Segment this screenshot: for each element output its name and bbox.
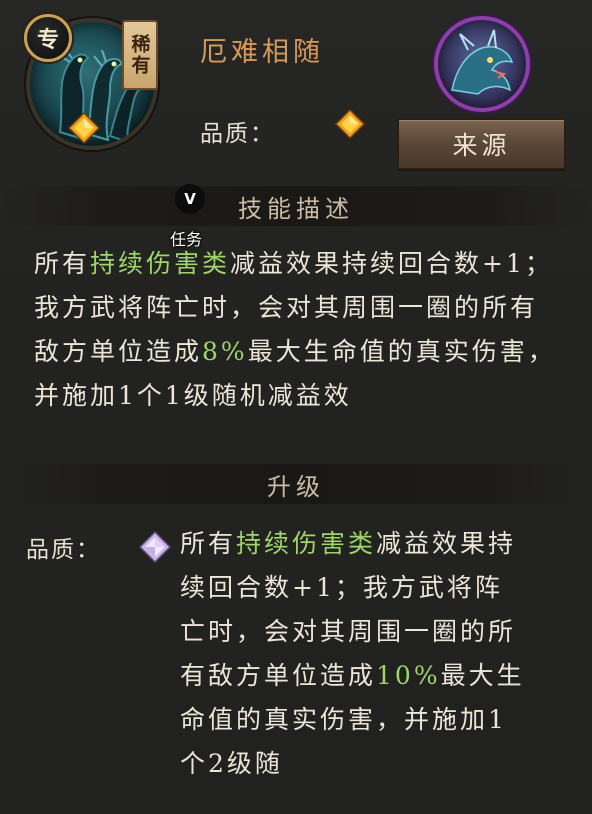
skill-description-text: 所有持续伤害类减益效果持续回合数+1；我方武将阵亡时，会对其周围一圈的所有敌方单… [34,242,564,418]
task-label[interactable]: 任务 [170,226,202,250]
quality-gem-icon [334,108,366,140]
upgrade-quality-label: 品质： [26,537,101,563]
upgrade-heading: 升级 [267,472,325,501]
upgrade-quality-gem-icon [138,530,172,564]
skill-name: 厄难相随 [200,37,324,68]
source-button[interactable]: 来源 [397,118,566,170]
skill-description-heading: 技能描述 [238,194,354,223]
desc-highlight-percent: 8% [202,337,248,366]
exclusive-badge: 专 [24,14,72,62]
upgrade-description-text: 所有持续伤害类减益效果持续回合数+1；我方武将阵亡时，会对其周围一圈的所有敌方单… [180,522,525,786]
skill-detail-panel: 专 稀有 厄难相随 品质： 来源 技能描述 V 任务 所有持续伤害类减益效果持续… [0,0,592,814]
dragon-portrait[interactable] [434,16,530,112]
up-text-1: 所有 [180,529,237,558]
skill-icon-frame: 专 稀有 [22,14,158,150]
desc-text-1: 所有 [34,249,91,278]
up-highlight-dot-type: 持续伤害类 [236,529,377,558]
quality-label: 品质： [200,121,275,147]
skill-description-header: 技能描述 [0,186,592,226]
quality-gem-icon [68,112,100,144]
v-badge-button[interactable]: V [175,184,205,214]
up-highlight-percent: 10% [376,661,441,690]
rarity-badge: 稀有 [122,20,158,90]
upgrade-header: 升级 [0,464,592,504]
desc-highlight-dot-type: 持续伤害类 [90,249,231,278]
